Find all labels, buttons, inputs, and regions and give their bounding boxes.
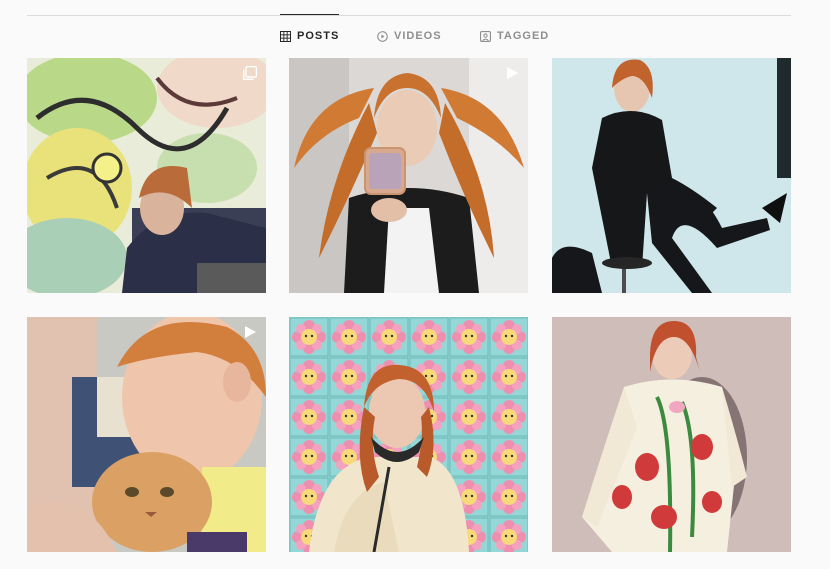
post-thumbnail[interactable] <box>552 58 791 293</box>
post-image <box>289 317 528 552</box>
post-image <box>552 58 791 293</box>
tab-videos[interactable]: VIDEOS <box>377 15 442 57</box>
tab-posts[interactable]: POSTS <box>280 14 340 57</box>
tab-videos-label: VIDEOS <box>394 30 442 42</box>
tab-posts-label: POSTS <box>297 30 340 42</box>
posts-grid <box>27 58 791 552</box>
post-thumbnail[interactable] <box>27 317 266 552</box>
play-circle-icon <box>377 30 388 42</box>
post-image <box>552 317 791 552</box>
tab-tagged-label: TAGGED <box>497 30 550 42</box>
video-icon <box>245 326 256 338</box>
post-thumbnail[interactable] <box>289 317 528 552</box>
video-icon <box>507 67 518 79</box>
grid-icon <box>280 30 291 42</box>
carousel-icon <box>243 66 257 80</box>
post-image <box>27 58 266 293</box>
post-thumbnail[interactable] <box>552 317 791 552</box>
post-thumbnail[interactable] <box>289 58 528 293</box>
profile-tabs: POSTS VIDEOS TAGGED <box>0 14 830 57</box>
post-thumbnail[interactable] <box>27 58 266 293</box>
tab-tagged[interactable]: TAGGED <box>480 15 549 57</box>
post-image <box>289 58 528 293</box>
post-image <box>27 317 266 552</box>
tagged-icon <box>480 30 491 42</box>
